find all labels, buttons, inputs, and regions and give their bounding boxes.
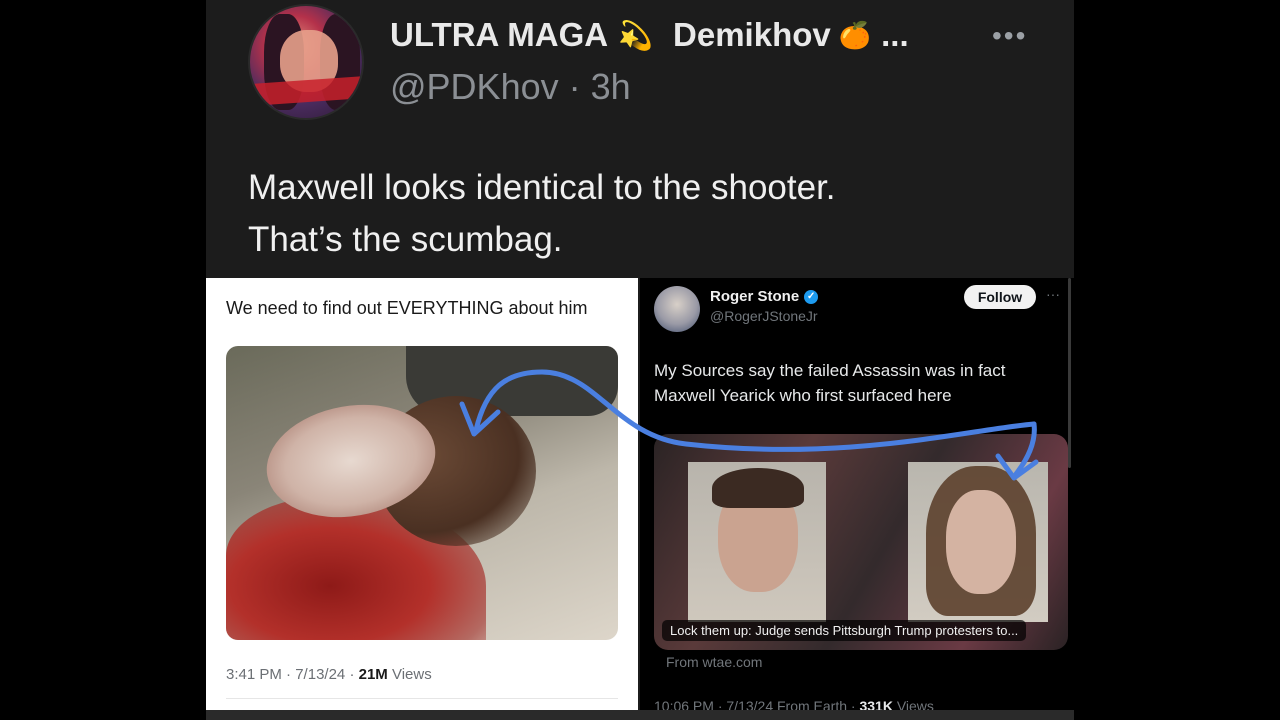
left-post-views-count: 21M <box>358 666 388 683</box>
bottom-edge <box>206 710 1074 720</box>
screenshot-stage: ULTRA MAGA 💫 Demikhov 🍊 ... ••• @PDKhov … <box>206 0 1074 720</box>
left-post-time[interactable]: 3:41 PM <box>226 666 282 683</box>
verified-badge-icon: ✓ <box>804 289 819 304</box>
right-post-meta: 10:06 PM · 7/13/24 From Earth · 331K Vie… <box>654 698 934 710</box>
right-post-time[interactable]: 10:06 PM <box>654 698 714 710</box>
right-post-views-label: Views <box>896 698 934 710</box>
right-post-views-count: 331K <box>859 698 893 710</box>
left-embedded-post[interactable]: We need to find out EVERYTHING about him… <box>206 278 638 710</box>
follow-button[interactable]: Follow <box>964 285 1036 309</box>
author-handle-line: @PDKhov · 3h <box>390 66 631 108</box>
meta-separator: · <box>717 698 723 710</box>
more-options-icon[interactable]: ••• <box>992 20 1027 52</box>
mugshot-left <box>688 462 826 622</box>
meta-separator: · <box>850 698 856 710</box>
author-avatar[interactable] <box>248 4 364 120</box>
right-embedded-post[interactable]: Roger Stone ✓ @RogerJStoneJr Follow ··· … <box>640 278 1074 710</box>
link-card-source[interactable]: From wtae.com <box>666 654 762 670</box>
left-post-views-label: Views <box>391 666 432 683</box>
left-post-caption: We need to find out EVERYTHING about him <box>226 298 588 318</box>
meta-separator: · <box>286 666 292 683</box>
left-post-photo[interactable] <box>226 346 618 640</box>
left-post-divider <box>226 698 618 699</box>
scrollbar[interactable] <box>1068 278 1071 468</box>
right-post-date[interactable]: 7/13/24 <box>726 698 773 710</box>
secondary-name[interactable]: Demikhov <box>673 16 831 54</box>
roger-stone-avatar[interactable] <box>654 286 700 332</box>
author-handle[interactable]: @PDKhov <box>390 66 559 107</box>
handle-separator: · <box>568 66 581 107</box>
left-post-date[interactable]: 7/13/24 <box>295 666 345 683</box>
right-post-author[interactable]: Roger Stone ✓ <box>710 288 819 305</box>
tweet-text: Maxwell looks identical to the shooter. … <box>248 162 1048 266</box>
left-post-meta: 3:41 PM · 7/13/24 · 21M Views <box>226 666 432 683</box>
right-post-author-name[interactable]: Roger Stone <box>710 288 799 305</box>
name-overflow-ellipsis: ... <box>881 16 909 53</box>
link-card-title[interactable]: Lock them up: Judge sends Pittsburgh Tru… <box>662 620 1027 641</box>
tweet-text-line-2: That’s the scumbag. <box>248 220 563 259</box>
right-post-handle[interactable]: @RogerJStoneJr <box>710 308 818 324</box>
right-post-text: My Sources say the failed Assassin was i… <box>654 361 1006 405</box>
dizzy-emoji-icon: 💫 <box>618 19 654 51</box>
meta-separator: · <box>349 666 355 683</box>
mugshot-right <box>908 462 1048 622</box>
post-time[interactable]: 3h <box>591 66 631 107</box>
link-preview-card[interactable]: Lock them up: Judge sends Pittsburgh Tru… <box>654 434 1068 650</box>
author-names[interactable]: ULTRA MAGA 💫 Demikhov 🍊 ... <box>390 14 909 56</box>
orange-emoji-icon: 🍊 <box>838 19 872 50</box>
right-post-origin: From Earth <box>777 698 848 710</box>
right-post-more-icon[interactable]: ··· <box>1046 286 1060 302</box>
tweet-text-line-1: Maxwell looks identical to the shooter. <box>248 168 836 207</box>
display-name[interactable]: ULTRA MAGA <box>390 16 608 54</box>
